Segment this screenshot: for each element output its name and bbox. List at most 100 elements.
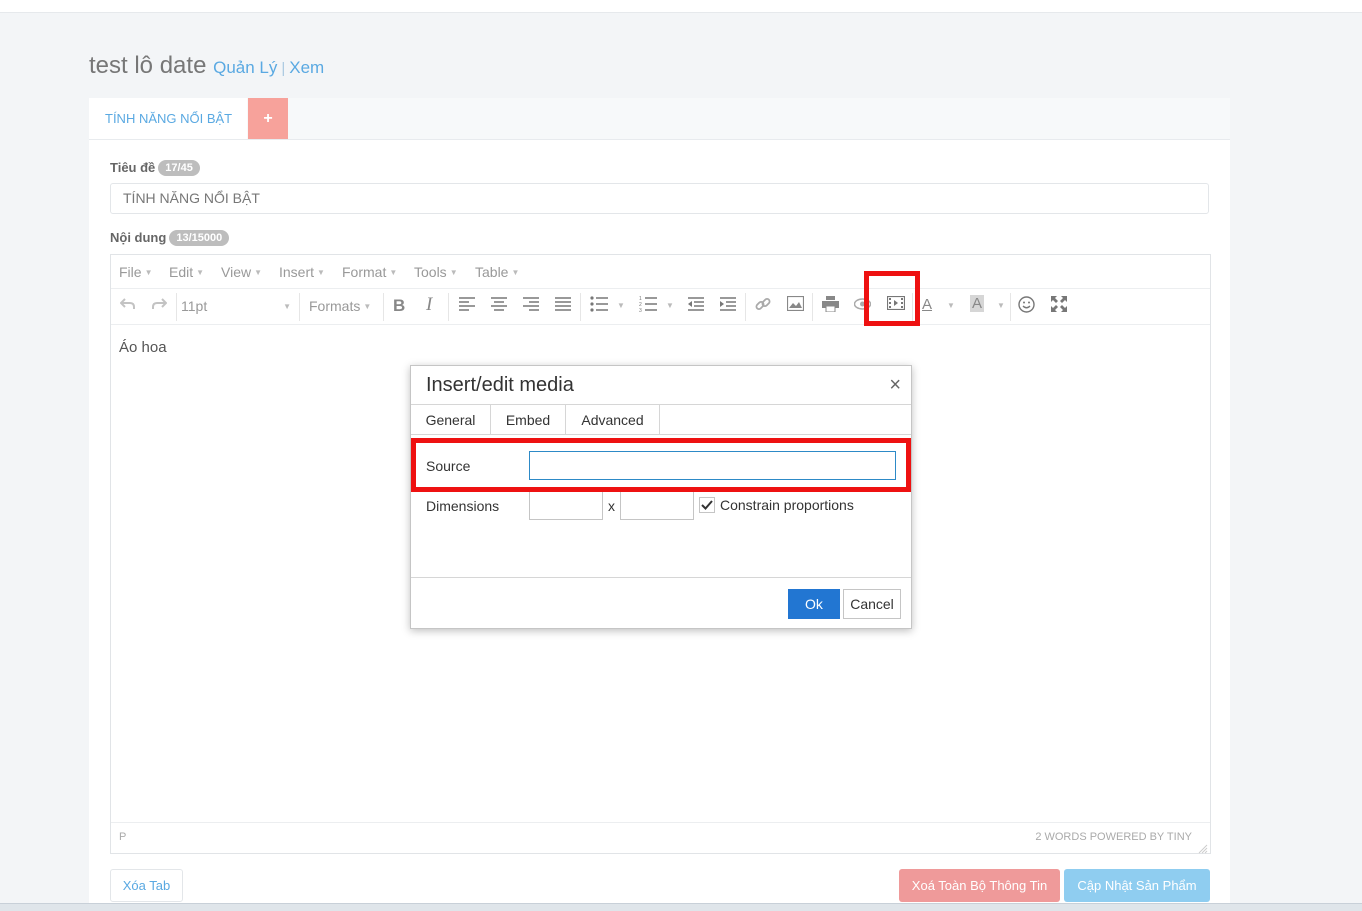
chevron-down-icon[interactable]: ▼ <box>666 301 674 310</box>
title-label-text: Tiêu đề <box>110 160 156 175</box>
menu-view-label: View <box>221 264 252 280</box>
title-input[interactable]: TÍNH NĂNG NỔI BẬT <box>110 183 1209 214</box>
font-size-select[interactable]: 11pt ▼ <box>181 298 291 314</box>
chevron-down-icon: ▼ <box>363 302 372 311</box>
manage-link[interactable]: Quản Lý <box>213 58 277 77</box>
dialog-tabs: General Embed Advanced <box>411 404 911 435</box>
chevron-down-icon: ▼ <box>196 268 205 277</box>
cancel-button[interactable]: Cancel <box>843 589 901 619</box>
tab-tinh-nang-noi-bat[interactable]: TÍNH NĂNG NỔI BẬT <box>89 98 247 139</box>
image-icon[interactable] <box>787 296 804 311</box>
menu-file[interactable]: File ▼ <box>119 264 152 280</box>
chevron-down-icon: ▼ <box>283 302 291 311</box>
numbered-list-icon[interactable]: 123 <box>639 296 657 312</box>
dialog-title: Insert/edit media <box>426 374 574 396</box>
content-field-label: Nội dung 13/15000 <box>110 230 230 246</box>
width-input[interactable] <box>529 491 603 520</box>
dimension-separator: x <box>608 498 615 514</box>
emoticons-icon[interactable] <box>1018 296 1035 313</box>
menu-tools[interactable]: Tools ▼ <box>414 264 458 280</box>
text-color-icon[interactable]: A <box>922 296 932 313</box>
update-product-button[interactable]: Cập Nhật Sản Phẩm <box>1064 869 1210 902</box>
menu-tools-label: Tools <box>414 264 447 280</box>
ok-button[interactable]: Ok <box>788 589 840 619</box>
formats-label: Formats <box>309 298 361 314</box>
bullet-list-icon[interactable] <box>590 296 608 312</box>
formats-select[interactable]: Formats ▼ <box>309 298 371 314</box>
indent-icon[interactable] <box>720 296 736 312</box>
chevron-down-icon: ▼ <box>254 268 263 277</box>
dialog-footer: Ok Cancel <box>411 577 911 629</box>
feature-tab-bar: TÍNH NĂNG NỔI BẬT + <box>89 98 1230 140</box>
checkmark-icon <box>701 500 713 510</box>
toolbar-divider <box>812 293 813 321</box>
title-separator: | <box>281 60 286 77</box>
editor-toolbar: 11pt ▼ Formats ▼ B I ▼ 1 2 3 ▼ A ▼ A ▼ <box>111 289 1210 325</box>
content-count-badge: 13/15000 <box>169 230 230 246</box>
menu-edit-label: Edit <box>169 264 194 280</box>
align-center-icon[interactable] <box>491 296 507 312</box>
editor-statusbar: P 2 WORDS POWERED BY TINY <box>111 822 1210 854</box>
word-count: 2 WORDS POWERED BY TINY <box>1035 831 1192 843</box>
toolbar-divider <box>383 293 384 321</box>
chevron-down-icon: ▼ <box>511 268 520 277</box>
menu-insert[interactable]: Insert ▼ <box>279 264 325 280</box>
align-justify-icon[interactable] <box>555 296 571 312</box>
top-bar <box>0 0 1362 13</box>
product-name: test lô date <box>89 52 207 79</box>
delete-tab-button[interactable]: Xóa Tab <box>110 869 183 902</box>
dimensions-label: Dimensions <box>426 498 500 514</box>
toolbar-divider <box>176 293 177 321</box>
svg-text:3: 3 <box>639 308 642 312</box>
fullscreen-icon[interactable] <box>1051 296 1067 312</box>
height-input[interactable] <box>620 491 694 520</box>
outdent-icon[interactable] <box>688 296 704 312</box>
print-icon[interactable] <box>822 296 839 312</box>
toolbar-divider <box>580 293 581 321</box>
menu-view[interactable]: View ▼ <box>221 264 262 280</box>
menu-edit[interactable]: Edit ▼ <box>169 264 204 280</box>
constrain-checkbox[interactable] <box>699 497 715 513</box>
media-button-highlight <box>864 271 920 326</box>
tab-embed[interactable]: Embed <box>491 405 566 435</box>
editor-content[interactable]: Áo hoa <box>119 339 167 356</box>
title-field-label: Tiêu đề 17/45 <box>110 160 200 176</box>
constrain-label[interactable]: Constrain proportions <box>720 497 854 513</box>
content-label-text: Nội dung <box>110 230 167 245</box>
chevron-down-icon[interactable]: ▼ <box>997 301 1005 310</box>
tab-general[interactable]: General <box>411 405 491 435</box>
toolbar-divider <box>448 293 449 321</box>
toolbar-divider <box>1010 293 1011 321</box>
menu-table[interactable]: Table ▼ <box>475 264 519 280</box>
resize-handle-icon[interactable] <box>1198 841 1208 854</box>
menu-format[interactable]: Format ▼ <box>342 264 397 280</box>
close-icon[interactable]: × <box>889 374 901 397</box>
bold-icon[interactable]: B <box>393 296 405 316</box>
menu-file-label: File <box>119 264 142 280</box>
delete-all-button[interactable]: Xoá Toàn Bộ Thông Tin <box>899 869 1060 902</box>
redo-icon[interactable] <box>151 296 167 312</box>
chevron-down-icon: ▼ <box>449 268 458 277</box>
menu-table-label: Table <box>475 264 509 280</box>
element-path[interactable]: P <box>119 831 126 843</box>
link-icon[interactable] <box>755 296 771 312</box>
plus-icon: + <box>263 110 273 127</box>
align-right-icon[interactable] <box>523 296 539 312</box>
chevron-down-icon[interactable]: ▼ <box>617 301 625 310</box>
align-left-icon[interactable] <box>459 296 475 312</box>
editor-menubar: File ▼ Edit ▼ View ▼ Insert ▼ Format ▼ Tools ▼… <box>111 255 1210 289</box>
background-color-icon[interactable]: A <box>970 295 985 312</box>
tab-advanced[interactable]: Advanced <box>566 405 660 435</box>
title-count-badge: 17/45 <box>158 160 200 176</box>
view-link[interactable]: Xem <box>289 58 324 77</box>
undo-icon[interactable] <box>120 296 136 312</box>
toolbar-divider <box>745 293 746 321</box>
insert-media-dialog: Insert/edit media × General Embed Advanc… <box>410 365 912 629</box>
italic-icon[interactable]: I <box>426 294 432 316</box>
chevron-down-icon[interactable]: ▼ <box>947 301 955 310</box>
source-field-highlight <box>411 438 911 492</box>
add-tab-button[interactable]: + <box>248 98 288 139</box>
chevron-down-icon: ▼ <box>317 268 325 277</box>
menu-format-label: Format <box>342 264 387 280</box>
chevron-down-icon: ▼ <box>144 268 153 277</box>
